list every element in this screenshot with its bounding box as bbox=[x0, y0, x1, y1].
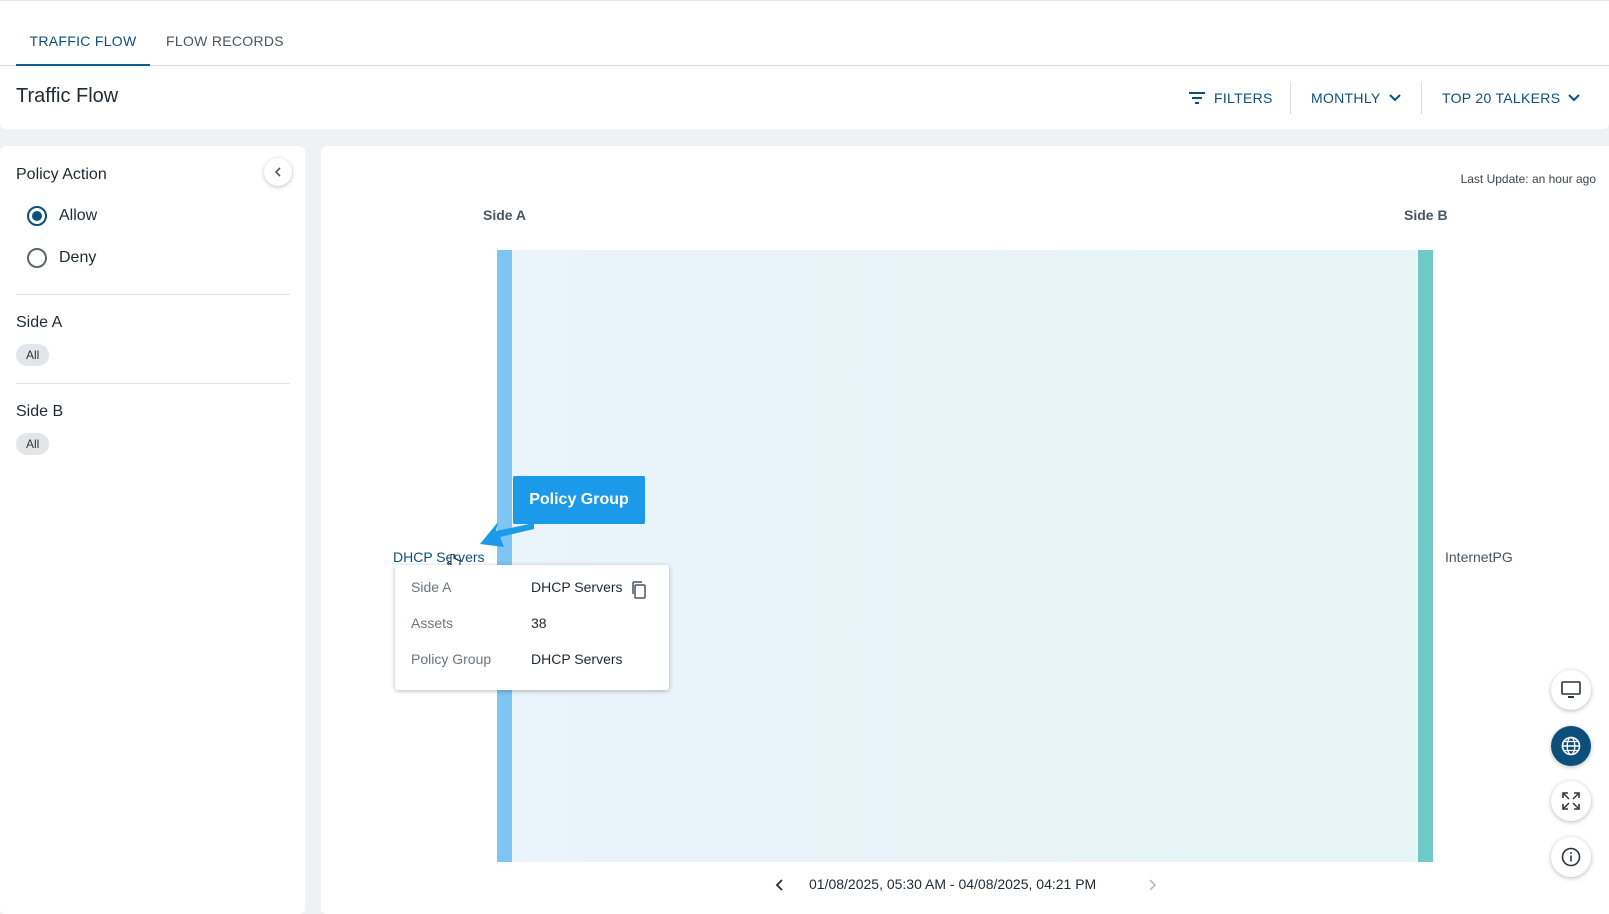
tooltip-value: 38 bbox=[531, 615, 547, 631]
side-b-filter-chip[interactable]: All bbox=[16, 433, 50, 455]
chevron-left-icon bbox=[274, 167, 281, 177]
top-talkers-dropdown[interactable]: TOP 20 TALKERS bbox=[1442, 85, 1581, 111]
side-a-node-bar[interactable] bbox=[497, 250, 512, 862]
radio-allow-label: Allow bbox=[59, 207, 98, 224]
side-b-filter-title: Side B bbox=[16, 403, 64, 420]
side-b-node-bar[interactable] bbox=[1418, 250, 1433, 862]
top-header-card: TRAFFIC FLOW FLOW RECORDS Traffic Flow F… bbox=[0, 0, 1609, 129]
tooltip-value: DHCP Servers bbox=[531, 579, 623, 595]
filter-sidebar: Policy Action Allow Deny Side A All Side… bbox=[0, 146, 305, 914]
globe-icon bbox=[1561, 736, 1581, 756]
monitor-icon bbox=[1561, 681, 1581, 698]
top-talkers-label: TOP 20 TALKERS bbox=[1442, 90, 1561, 106]
chevron-right-icon[interactable] bbox=[1147, 879, 1157, 891]
period-label: MONTHLY bbox=[1311, 90, 1381, 106]
tooltip-key: Assets bbox=[411, 615, 454, 631]
tooltip-key: Policy Group bbox=[411, 651, 492, 667]
date-range-text: 01/08/2025, 05:30 AM - 04/08/2025, 04:21… bbox=[809, 876, 1097, 892]
radio-allow[interactable]: Allow bbox=[27, 206, 97, 226]
radio-unchecked-icon bbox=[27, 248, 47, 268]
radio-checked-icon bbox=[27, 206, 47, 226]
toolbar-divider bbox=[1290, 82, 1291, 114]
radio-deny-label: Deny bbox=[59, 249, 97, 266]
callout-arrow-icon bbox=[480, 522, 534, 547]
traffic-flow-panel: Last Update: an hour ago Side A Side B D… bbox=[321, 146, 1609, 914]
tooltip-key: Side A bbox=[411, 579, 452, 595]
side-a-filter-title: Side A bbox=[16, 314, 63, 331]
policy-action-title: Policy Action bbox=[16, 166, 107, 183]
info-icon bbox=[1561, 847, 1581, 867]
section-divider bbox=[16, 383, 290, 384]
fullscreen-button[interactable] bbox=[1551, 781, 1591, 821]
monitor-view-button[interactable] bbox=[1551, 670, 1591, 710]
last-update-text: Last Update: an hour ago bbox=[1460, 172, 1596, 186]
tooltip-value: DHCP Servers bbox=[531, 651, 623, 667]
chevron-down-icon bbox=[1568, 94, 1581, 102]
side-b-column-label: Side B bbox=[1404, 207, 1448, 223]
filters-label: FILTERS bbox=[1214, 90, 1273, 106]
tab-traffic-flow[interactable]: TRAFFIC FLOW bbox=[16, 1, 150, 66]
section-divider bbox=[16, 294, 290, 295]
policy-group-callout: Policy Group bbox=[513, 476, 645, 524]
side-a-node-label[interactable]: DHCP Servers bbox=[393, 549, 485, 565]
filter-icon bbox=[1189, 92, 1205, 104]
filters-button[interactable]: FILTERS bbox=[1188, 85, 1273, 111]
period-dropdown[interactable]: MONTHLY bbox=[1311, 85, 1401, 111]
collapse-sidebar-button[interactable] bbox=[264, 158, 292, 186]
flow-link[interactable] bbox=[497, 250, 1433, 862]
side-a-column-label: Side A bbox=[483, 207, 527, 223]
radio-deny[interactable]: Deny bbox=[27, 248, 96, 268]
chevron-left-icon[interactable] bbox=[775, 879, 785, 891]
side-b-node-label[interactable]: InternetPG bbox=[1445, 549, 1513, 565]
tab-flow-records[interactable]: FLOW RECORDS bbox=[166, 1, 286, 66]
copy-icon[interactable] bbox=[631, 581, 647, 599]
tab-bar: TRAFFIC FLOW FLOW RECORDS bbox=[0, 1, 1609, 66]
toolbar-divider bbox=[1421, 82, 1422, 114]
page-title: Traffic Flow bbox=[16, 85, 119, 107]
chevron-down-icon bbox=[1388, 94, 1401, 102]
side-a-filter-chip[interactable]: All bbox=[16, 344, 50, 366]
node-tooltip: Side A DHCP Servers Assets 38 Policy Gro… bbox=[395, 565, 669, 690]
expand-icon bbox=[1562, 792, 1580, 810]
info-button[interactable] bbox=[1551, 837, 1591, 877]
globe-view-button[interactable] bbox=[1551, 726, 1591, 766]
